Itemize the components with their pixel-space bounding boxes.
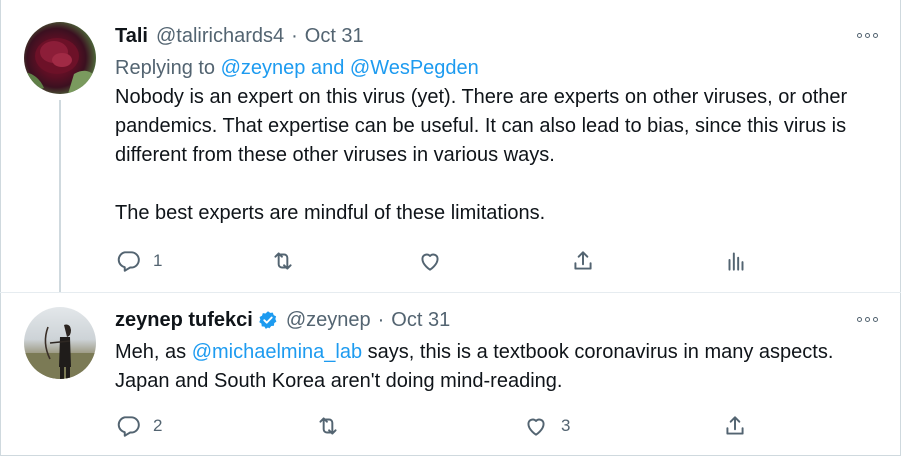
display-name[interactable]: zeynep tufekci <box>115 309 253 332</box>
display-name[interactable]: Tali <box>115 25 148 48</box>
reply-icon <box>117 251 140 272</box>
verified-badge-icon <box>259 311 277 329</box>
tweet-tali[interactable]: Tali @talirichards4 · Oct 31 Replying to… <box>0 0 901 292</box>
analytics-button[interactable] <box>723 246 749 276</box>
thread-connector-line <box>59 100 61 292</box>
replying-to: Replying to @zeynep and @WesPegden <box>115 55 881 81</box>
replying-to-mentions[interactable]: @zeynep and @WesPegden <box>221 57 479 79</box>
tweet-date[interactable]: Oct 31 <box>391 309 450 332</box>
avatar-image <box>24 324 96 379</box>
user-handle[interactable]: @zeynep <box>286 309 371 332</box>
replying-prefix: Replying to <box>115 57 216 79</box>
reply-icon <box>117 416 140 437</box>
share-icon <box>574 251 592 270</box>
like-button[interactable] <box>417 246 455 276</box>
more-options-icon[interactable] <box>857 314 883 324</box>
avatar[interactable] <box>24 22 96 94</box>
heart-icon <box>527 418 545 436</box>
avatar-image <box>24 38 96 94</box>
avatar[interactable] <box>24 307 96 379</box>
like-button[interactable]: 3 <box>523 411 570 441</box>
retweet-button[interactable] <box>315 411 353 441</box>
reply-button[interactable]: 2 <box>115 411 162 441</box>
tweet-text: Meh, as @michaelmina_lab says, this is a… <box>115 338 881 396</box>
retweet-icon <box>274 252 292 270</box>
reply-count: 1 <box>153 251 163 270</box>
reply-count: 2 <box>153 416 163 435</box>
tweet-paragraph: The best experts are mindful of these li… <box>115 202 546 224</box>
share-button[interactable] <box>570 246 596 276</box>
tweet-text-start: Meh, as <box>115 341 192 363</box>
tweet-actions: 2 3 <box>115 411 755 441</box>
more-options-icon[interactable] <box>857 30 883 40</box>
separator-dot: · <box>291 24 298 47</box>
separator-dot: · <box>377 308 385 331</box>
mention-link[interactable]: @michaelmina_lab <box>192 341 362 363</box>
reply-button[interactable]: 1 <box>115 246 162 276</box>
tweet-actions: 1 <box>115 246 755 276</box>
analytics-icon <box>728 252 744 271</box>
tweet-zeynep[interactable]: zeynep tufekci @zeynep · Oct 31 Meh, as … <box>0 292 901 458</box>
share-button[interactable] <box>722 411 748 441</box>
tweet-date[interactable]: Oct 31 <box>305 25 364 48</box>
heart-icon <box>421 253 439 271</box>
user-handle[interactable]: @talirichards4 <box>156 25 284 48</box>
tweet-paragraph: Nobody is an expert on this virus (yet).… <box>115 86 848 166</box>
like-count: 3 <box>561 416 571 435</box>
share-icon <box>726 416 744 435</box>
retweet-icon <box>319 417 337 435</box>
retweet-button[interactable] <box>270 246 308 276</box>
tweet-text: Nobody is an expert on this virus (yet).… <box>115 83 881 228</box>
